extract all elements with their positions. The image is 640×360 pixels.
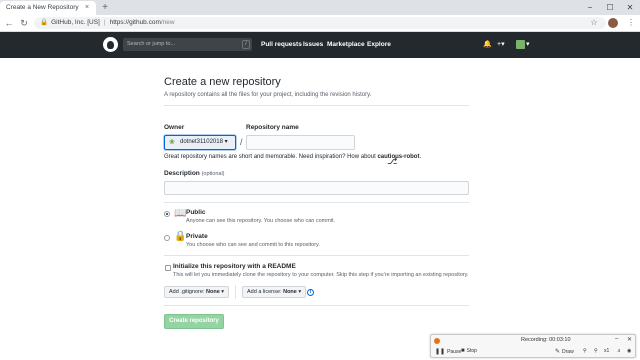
page-title: Create a new repository: [164, 76, 281, 88]
url-host: https://github.com: [109, 19, 161, 26]
zoom-level: x1: [604, 348, 610, 354]
browser-tab-bar: Create a New Repository × + − ☐ ✕: [0, 0, 640, 15]
private-radio[interactable]: [164, 235, 170, 241]
chevron-down-icon: ▾: [224, 139, 228, 145]
recording-indicator-icon: [434, 338, 440, 344]
hint-suffix: .: [419, 154, 422, 160]
nav-explore[interactable]: Explore: [367, 32, 391, 58]
repository-name-input[interactable]: [246, 135, 355, 150]
gitignore-dropdown[interactable]: Add .gitignore: None ▾: [164, 286, 230, 298]
pause-button[interactable]: ❚❚ Pause: [435, 348, 461, 355]
nav-issues[interactable]: Issues: [303, 32, 323, 58]
owner-avatar-icon: ❀: [169, 139, 175, 146]
maximize-window-button[interactable]: ☐: [600, 0, 620, 15]
close-icon[interactable]: ✕: [627, 336, 632, 343]
divider: [164, 202, 469, 203]
bell-icon[interactable]: 🔔: [483, 32, 492, 58]
avatar[interactable]: [516, 40, 525, 49]
stop-label: Stop: [466, 348, 477, 354]
private-description: You choose who can see and commit to thi…: [186, 242, 320, 248]
description-input[interactable]: [164, 181, 469, 195]
name-suggestion-link[interactable]: cautious-robot: [377, 154, 419, 160]
license-dropdown[interactable]: Add a license: None ▾: [242, 286, 307, 298]
address-bar[interactable]: 🔒 GitHub, Inc. [US] | https://github.com/ne…: [34, 17, 606, 29]
description-label-text: Description: [164, 170, 200, 177]
description-label: Description (optional): [164, 170, 225, 177]
menu-dots-icon[interactable]: ⋮: [626, 15, 636, 31]
page-subtitle: A repository contains all the files for …: [164, 92, 372, 98]
zoom-out-icon[interactable]: ⚲: [594, 348, 598, 354]
github-logo-icon[interactable]: [103, 37, 118, 52]
info-icon[interactable]: i: [307, 289, 314, 296]
pause-icon: ❚❚: [435, 349, 446, 355]
browser-tab[interactable]: Create a New Repository ×: [0, 1, 96, 15]
url-path: /new: [160, 19, 175, 26]
nav-marketplace[interactable]: Marketplace: [327, 32, 365, 58]
webcam-icon[interactable]: ◉: [627, 348, 631, 354]
pen-icon: ✎: [555, 349, 561, 355]
book-icon: 📖: [174, 208, 187, 219]
repository-name-hint: Great repository names are short and mem…: [164, 154, 421, 160]
stop-button[interactable]: ■ Stop: [461, 348, 477, 354]
search-shortcut-key: /: [242, 40, 250, 49]
divider: [164, 305, 469, 306]
readme-title: Initialize this repository with a README: [173, 263, 296, 270]
browser-toolbar: ← ↻ 🔒 GitHub, Inc. [US] | https://github.co…: [0, 15, 640, 32]
lock-icon: 🔒: [174, 231, 187, 242]
owner-label: Owner: [164, 124, 185, 131]
mouse-cursor-icon: ⎇: [387, 156, 398, 166]
stop-icon: ■: [461, 348, 465, 354]
tab-title: Create a New Repository: [6, 4, 79, 11]
optional-tag: (optional): [201, 171, 225, 177]
reload-icon[interactable]: ↻: [18, 15, 30, 31]
readme-checkbox[interactable]: [165, 265, 171, 271]
search-input[interactable]: Search or jump to...: [123, 38, 252, 51]
create-repository-button[interactable]: Create repository: [164, 314, 224, 329]
bookmark-star-icon[interactable]: ☆: [589, 15, 599, 31]
minimize-icon[interactable]: –: [615, 336, 618, 342]
site-identity: GitHub, Inc. [US]: [51, 19, 100, 26]
divider: [164, 255, 469, 256]
draw-button[interactable]: ✎ Draw: [555, 348, 574, 355]
nav-pull-requests[interactable]: Pull requests: [261, 32, 302, 58]
gitignore-label: Add .gitignore:: [169, 289, 205, 295]
chevron-down-icon[interactable]: ▾: [526, 32, 530, 58]
repository-name-label: Repository name: [246, 124, 299, 131]
recording-timer: Recording: 00:03:10: [521, 337, 571, 343]
dropdown-divider: [235, 285, 236, 299]
public-description: Anyone can see this repository. You choo…: [186, 218, 336, 224]
public-title: Public: [186, 209, 206, 216]
zoom-in-icon[interactable]: ⚲: [583, 348, 587, 354]
address-separator: |: [103, 19, 106, 26]
license-label: Add a license:: [247, 289, 282, 295]
private-title: Private: [186, 233, 208, 240]
close-window-button[interactable]: ✕: [620, 0, 640, 15]
lock-icon: 🔒: [40, 19, 49, 26]
pause-label: Pause: [447, 349, 462, 355]
back-icon[interactable]: ←: [3, 15, 15, 31]
minimize-window-button[interactable]: −: [580, 0, 600, 15]
volume-icon[interactable]: ♬: [617, 348, 622, 354]
draw-label: Draw: [562, 349, 574, 355]
chevron-down-icon: ▾: [221, 289, 225, 295]
owner-select[interactable]: ❀ dotnet31102018 ▾: [164, 135, 236, 150]
hint-text: Great repository names are short and mem…: [164, 154, 378, 160]
public-radio[interactable]: [164, 211, 170, 217]
divider: [164, 105, 469, 106]
new-tab-button[interactable]: +: [99, 0, 111, 15]
owner-repo-separator: /: [240, 137, 243, 147]
close-tab-icon[interactable]: ×: [85, 1, 89, 15]
readme-description: This will let you immediately clone the …: [173, 272, 469, 278]
gitignore-value: None: [206, 289, 220, 295]
profile-avatar[interactable]: [608, 18, 618, 28]
license-value: None: [283, 289, 297, 295]
owner-value: dotnet31102018: [180, 139, 223, 145]
plus-icon[interactable]: +▾: [497, 32, 505, 58]
recording-widget: Recording: 00:03:10 – ✕ ❚❚ Pause ■ Stop ✎ D…: [430, 334, 636, 358]
chevron-down-icon: ▾: [298, 289, 302, 295]
